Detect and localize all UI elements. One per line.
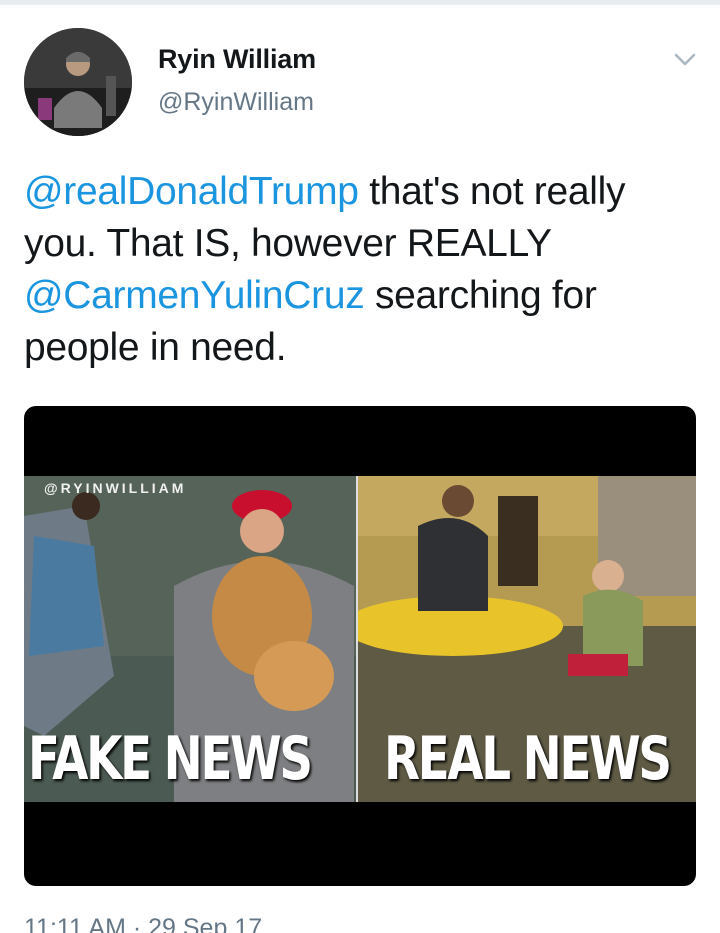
mention-link[interactable]: @CarmenYulinCruz [24, 274, 365, 317]
real-news-caption: REAL NEWS [384, 724, 672, 794]
tweet-media-image[interactable]: @RYINWILLIAM FAKE NEWS REAL NEWS [24, 406, 696, 886]
profile-photo-icon [24, 28, 132, 136]
watermark-text: @RYINWILLIAM [44, 480, 187, 496]
display-name[interactable]: Ryin William [158, 44, 316, 75]
top-divider [0, 0, 720, 5]
user-handle[interactable]: @RyinWilliam [158, 88, 314, 117]
mention-link[interactable]: @realDonaldTrump [24, 170, 359, 213]
avatar[interactable] [24, 28, 132, 136]
fake-news-caption: FAKE NEWS [28, 724, 313, 794]
tweet-text: @realDonaldTrump that's not really you. … [24, 166, 704, 374]
chevron-down-icon[interactable] [670, 44, 700, 74]
tweet-timestamp[interactable]: 11:11 AM · 29 Sep 17 [24, 914, 262, 933]
